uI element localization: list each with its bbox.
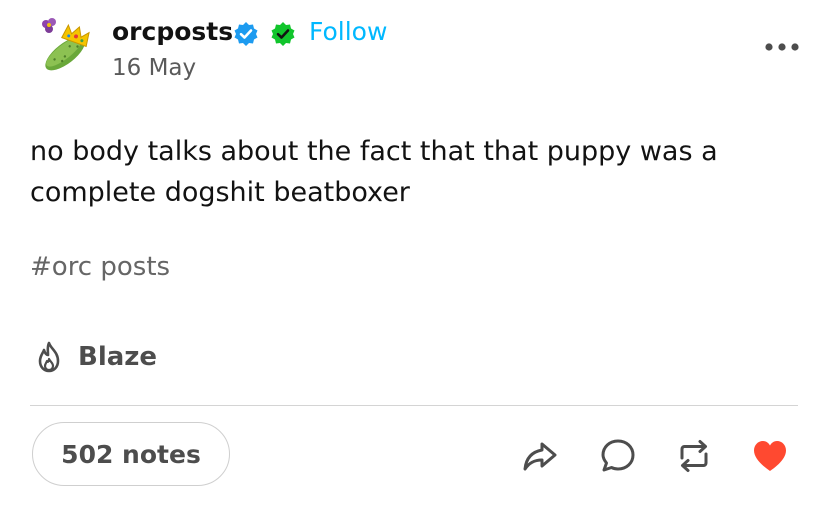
post-card: orcposts Follow 16 May no body talks abo… — [0, 0, 828, 509]
reply-button[interactable] — [598, 436, 638, 476]
notes-count-button[interactable]: 502 notes — [32, 422, 230, 486]
reply-icon — [601, 439, 635, 472]
reblog-icon — [680, 440, 708, 472]
share-button[interactable] — [520, 436, 560, 476]
verified-green-badge-icon — [270, 21, 296, 47]
post-tag[interactable]: #orc posts — [30, 250, 170, 284]
cucumber-with-crown-icon — [42, 18, 90, 71]
like-button[interactable] — [750, 436, 790, 476]
blaze-label: Blaze — [78, 342, 158, 372]
share-icon — [523, 442, 557, 471]
flame-icon — [38, 341, 60, 373]
avatar[interactable] — [32, 16, 96, 80]
more-horizontal-icon[interactable] — [762, 37, 802, 57]
verified-blue-badge-icon — [233, 21, 259, 47]
divider — [30, 405, 798, 406]
post-date[interactable]: 16 May — [112, 53, 196, 83]
reblog-button[interactable] — [674, 436, 714, 476]
blaze-button[interactable]: Blaze — [32, 338, 157, 376]
follow-button[interactable]: Follow — [309, 17, 387, 47]
like-icon — [754, 441, 786, 471]
post-body-text: no body talks about the fact that that p… — [30, 136, 718, 208]
username[interactable]: orcposts — [112, 17, 233, 47]
